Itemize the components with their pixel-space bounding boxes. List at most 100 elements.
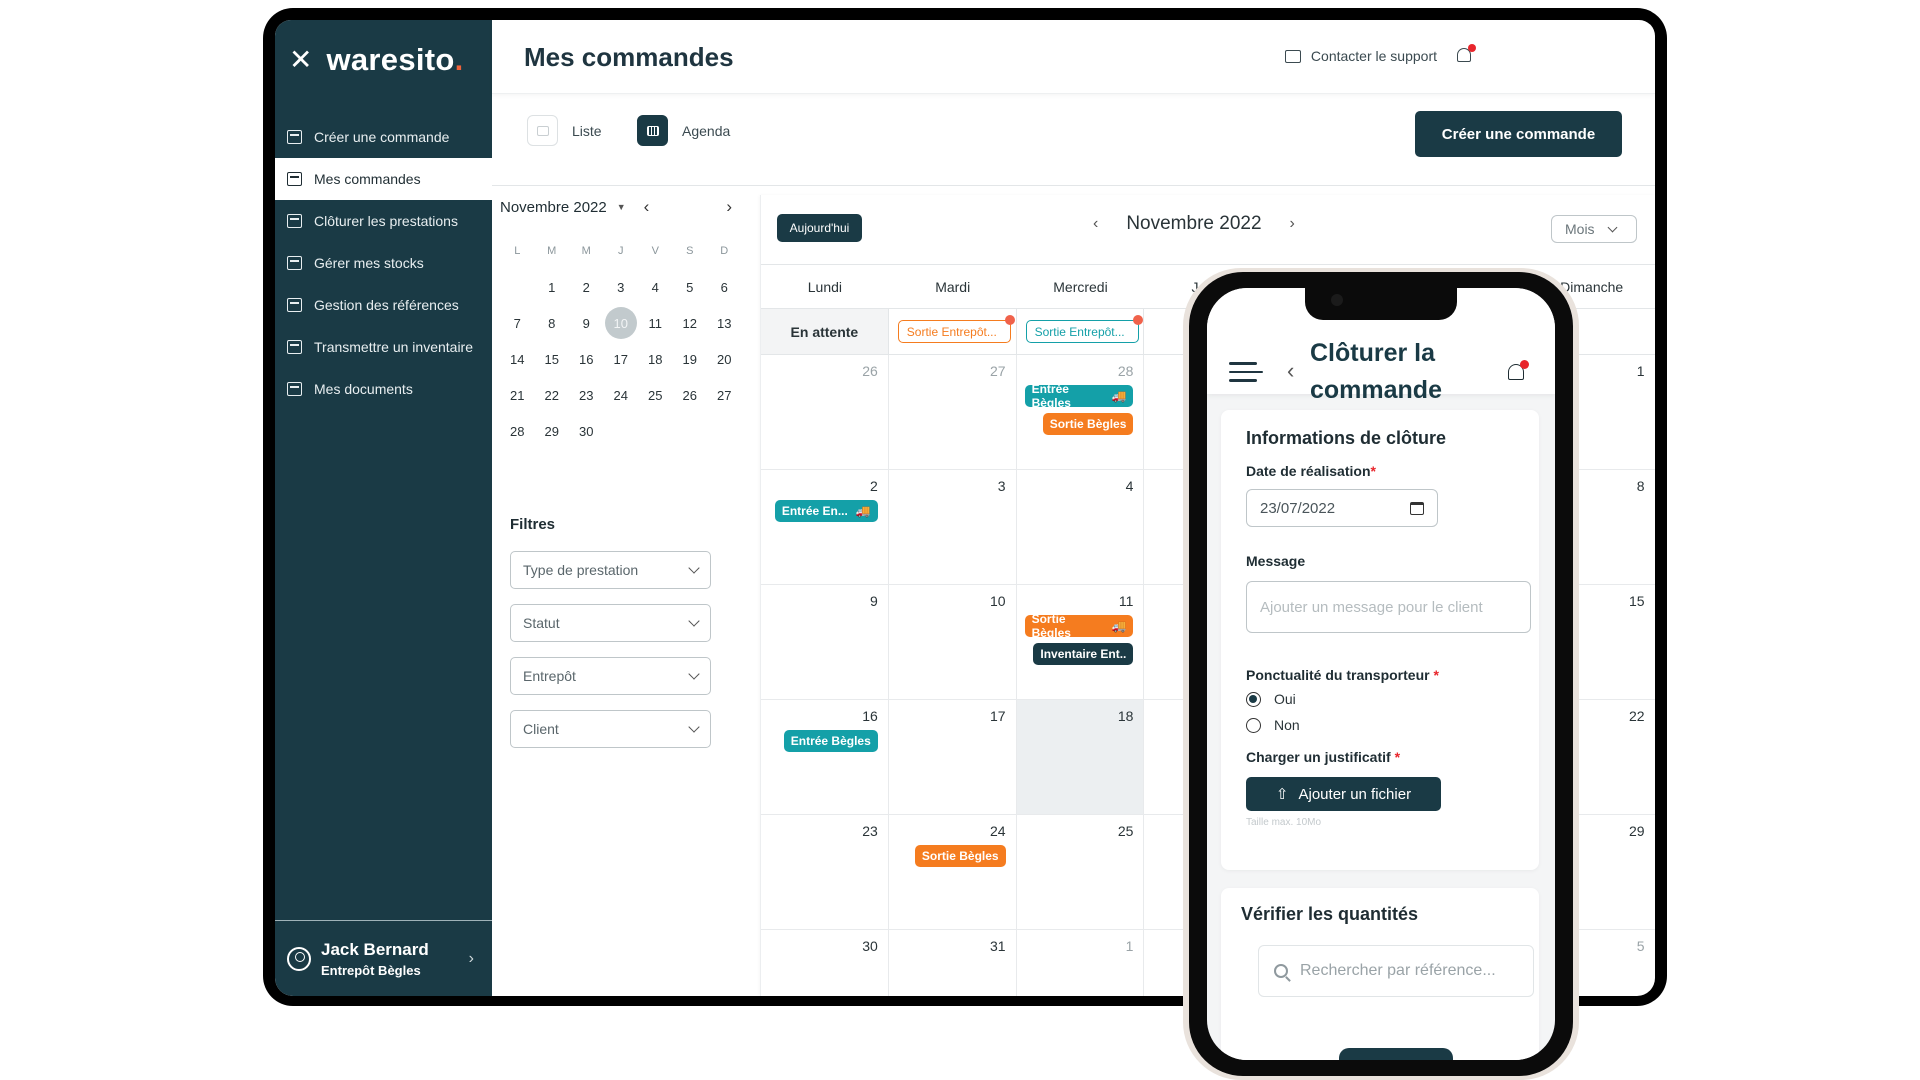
calendar-day-cell[interactable]: 10	[888, 585, 1017, 700]
chevron-right-icon[interactable]: ›	[726, 197, 732, 217]
mini-calendar-day[interactable]: 24	[604, 377, 639, 413]
event-chip[interactable]: Sortie Bègles 🚚	[1024, 612, 1134, 640]
calendar-day-cell[interactable]: 17	[888, 700, 1017, 815]
view-mode-select[interactable]: Mois	[1551, 215, 1637, 243]
date-field[interactable]: 23/07/2022	[1246, 489, 1438, 527]
mini-calendar-day[interactable]: 11	[638, 305, 673, 341]
calendar-day-cell[interactable]: 24 Sortie Bègles	[888, 815, 1017, 930]
sidebar-item-0[interactable]: Créer une commande	[275, 116, 492, 158]
selected-day[interactable]: 10	[604, 305, 639, 341]
filter-select[interactable]: Statut	[510, 604, 711, 642]
event-chip[interactable]: Entrée Bègles 🚚	[1024, 382, 1134, 410]
mini-calendar-day[interactable]: 29	[535, 413, 570, 449]
mini-calendar-day[interactable]: 27	[707, 377, 742, 413]
mini-calendar-day[interactable]: 13	[707, 305, 742, 341]
sidebar-item-3[interactable]: Gérer mes stocks	[275, 242, 492, 284]
filter-select[interactable]: Entrepôt	[510, 657, 711, 695]
mini-calendar-day[interactable]: 26	[673, 377, 708, 413]
today-button[interactable]: Aujourd'hui	[777, 214, 862, 242]
chevron-left-icon[interactable]: ‹	[1093, 215, 1098, 233]
chevron-left-icon[interactable]: ‹	[644, 197, 650, 217]
view-agenda-button[interactable]: Agenda	[637, 115, 730, 146]
notification-bell-icon[interactable]	[1455, 44, 1476, 66]
radio-non[interactable]: Non	[1246, 717, 1514, 733]
sidebar-item-6[interactable]: Mes documents	[275, 368, 492, 410]
sidebar-item-4[interactable]: Gestion des références	[275, 284, 492, 326]
mini-calendar-month[interactable]: Novembre 2022	[500, 199, 607, 216]
mini-calendar-day[interactable]: 6	[707, 269, 742, 305]
day-number: 26	[862, 363, 878, 379]
back-chevron-icon[interactable]: ‹	[1287, 358, 1294, 384]
bottom-action-button[interactable]	[1339, 1048, 1453, 1060]
mini-calendar-day[interactable]: 16	[569, 341, 604, 377]
mini-calendar-day[interactable]: 22	[535, 377, 570, 413]
mini-calendar-day[interactable]: 17	[604, 341, 639, 377]
mini-calendar-day[interactable]: 4	[638, 269, 673, 305]
calendar-day-cell[interactable]: 28 Entrée Bègles 🚚 Sortie Bègles	[1016, 355, 1145, 470]
event-chip[interactable]: Sortie Bègles	[914, 845, 1006, 867]
sidebar-item-2[interactable]: Clôturer les prestations	[275, 200, 492, 242]
chevron-right-icon[interactable]: ›	[1290, 215, 1295, 233]
mini-calendar-day[interactable]: 5	[673, 269, 708, 305]
create-order-button[interactable]: Créer une commande	[1415, 111, 1622, 157]
sidebar-item-1[interactable]: Mes commandes	[275, 158, 492, 200]
mini-calendar-day[interactable]: 1	[535, 269, 570, 305]
calendar-icon[interactable]	[1410, 501, 1424, 515]
mini-calendar-day[interactable]: 18	[638, 341, 673, 377]
event-label: Sortie Bègles	[921, 849, 999, 863]
event-chip[interactable]: Entrée En... 🚚	[774, 500, 878, 522]
filter-select-label: Type de prestation	[523, 562, 639, 578]
contact-support-link[interactable]: Contacter le support	[1284, 48, 1437, 64]
mini-calendar-day[interactable]: 19	[673, 341, 708, 377]
calendar-day-cell[interactable]: 4	[1016, 470, 1145, 585]
filter-select[interactable]: Type de prestation	[510, 551, 711, 589]
sidebar-item-5[interactable]: Transmettre un inventaire	[275, 326, 492, 368]
calendar-day-cell[interactable]: 18	[1016, 700, 1145, 815]
calendar-day-cell[interactable]: 27	[888, 355, 1017, 470]
notification-bell-icon[interactable]	[1507, 360, 1529, 382]
mini-calendar-day[interactable]: 25	[638, 377, 673, 413]
calendar-day-cell[interactable]: 30	[761, 930, 889, 996]
close-icon[interactable]: ✕	[289, 46, 312, 74]
calendar-day-cell[interactable]: 26	[761, 355, 889, 470]
reference-search-input[interactable]: Rechercher par référence...	[1258, 945, 1534, 997]
calendar-day-cell[interactable]: 11 Sortie Bègles 🚚 Inventaire Ent..	[1016, 585, 1145, 700]
mini-calendar-day[interactable]: 15	[535, 341, 570, 377]
user-profile[interactable]: Jack Bernard Entrepôt Bègles ›	[275, 920, 492, 996]
calendar-day-cell[interactable]: 16 Entrée Bègles	[761, 700, 889, 815]
mini-calendar-day[interactable]: 8	[535, 305, 570, 341]
calendar-day-cell[interactable]: 25	[1016, 815, 1145, 930]
calendar-day-cell[interactable]: 2 Entrée En... 🚚	[761, 470, 889, 585]
calendar-day-cell[interactable]: 31	[889, 930, 1017, 996]
event-label: Sortie Bègles	[1031, 612, 1071, 640]
event-chip[interactable]: Inventaire Ent..	[1033, 643, 1134, 665]
filter-select[interactable]: Client	[510, 710, 711, 748]
calendar-day-cell[interactable]: 9	[761, 585, 889, 700]
mini-calendar-day[interactable]: 23	[569, 377, 604, 413]
caret-down-icon[interactable]: ▼	[617, 202, 626, 212]
mini-calendar-day[interactable]: 30	[569, 413, 604, 449]
pending-order-chip[interactable]: Sortie Entrepôt...	[897, 315, 1015, 343]
radio-unchecked[interactable]	[1246, 717, 1261, 733]
pending-order-chip[interactable]: Sortie Entrepôt...	[1025, 315, 1143, 343]
mini-calendar-day[interactable]: 20	[707, 341, 742, 377]
event-chip[interactable]: Entrée Bègles	[783, 730, 878, 752]
mini-calendar-day[interactable]: 12	[673, 305, 708, 341]
event-chip[interactable]: Sortie Bègles	[1042, 413, 1134, 435]
calendar-day-cell[interactable]: 1	[1017, 930, 1145, 996]
view-liste-button[interactable]: Liste	[527, 115, 602, 146]
add-file-button[interactable]: ⇧ Ajouter un fichier	[1246, 777, 1441, 811]
mini-calendar-day[interactable]: 3	[604, 269, 639, 305]
mini-calendar-day[interactable]: 2	[569, 269, 604, 305]
radio-oui[interactable]: Oui	[1246, 691, 1514, 707]
mini-calendar-day[interactable]: 14	[500, 341, 535, 377]
mini-calendar-day[interactable]: 21	[500, 377, 535, 413]
mini-calendar-day[interactable]: 9	[569, 305, 604, 341]
calendar-day-cell[interactable]: 3	[888, 470, 1017, 585]
radio-checked[interactable]	[1246, 691, 1261, 707]
calendar-day-cell[interactable]: 23	[761, 815, 889, 930]
menu-icon[interactable]	[1229, 362, 1263, 388]
message-field[interactable]: Ajouter un message pour le client	[1246, 581, 1531, 633]
mini-calendar-day[interactable]: 28	[500, 413, 535, 449]
mini-calendar-day[interactable]: 7	[500, 305, 535, 341]
